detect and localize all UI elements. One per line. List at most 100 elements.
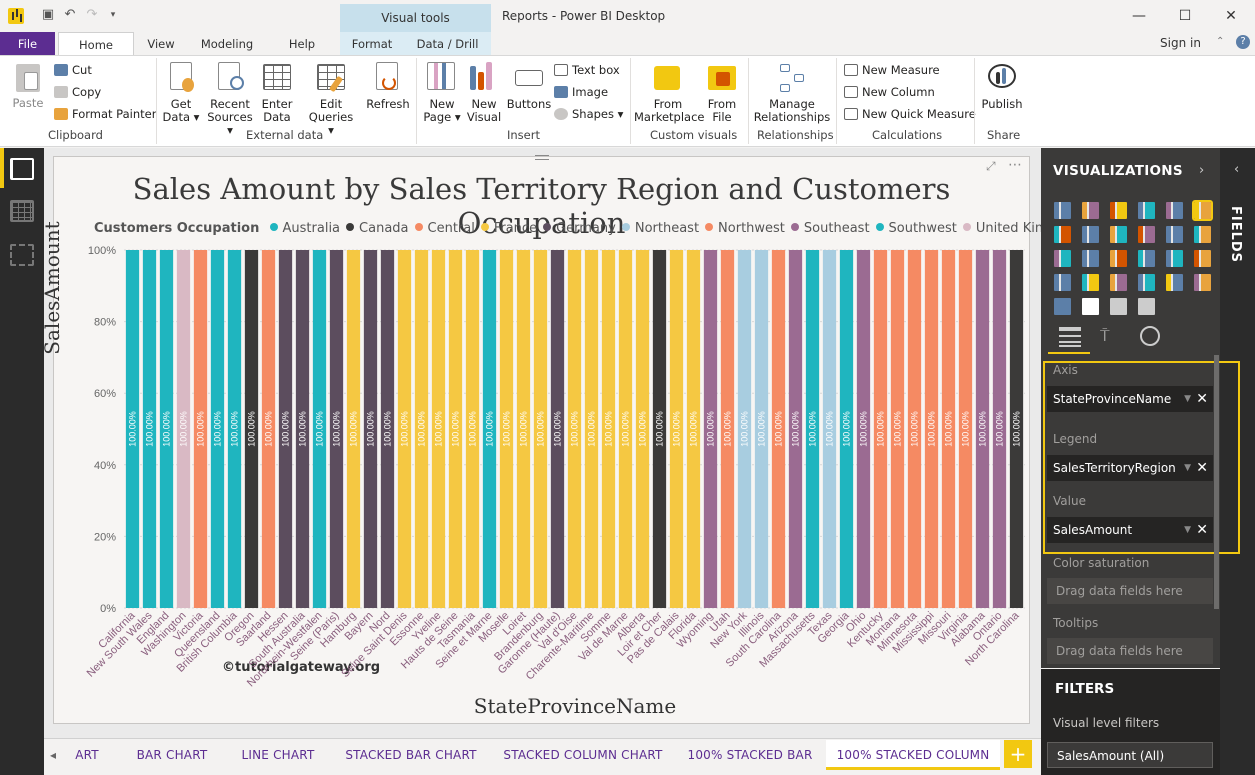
legend-item[interactable]: Germany [543, 221, 616, 236]
pane-scrollbar[interactable] [1214, 355, 1219, 609]
tab-data-drill[interactable]: Data / Drill [404, 32, 491, 56]
chevron-down-icon[interactable]: ▼ [1184, 517, 1191, 543]
help-icon[interactable]: ? [1236, 35, 1250, 49]
legend-item[interactable]: Canada [346, 221, 409, 236]
filter-card-salesamount[interactable]: SalesAmount (All) [1047, 742, 1213, 768]
buttons-button[interactable]: Buttons [507, 62, 551, 112]
tab-view[interactable]: View [138, 32, 184, 56]
visual-type-icon[interactable] [1194, 226, 1211, 243]
visual-type-icon[interactable] [1082, 202, 1099, 219]
scroll-tabs-left-icon[interactable]: ◂ [50, 748, 56, 762]
save-icon[interactable]: ▣ [40, 7, 56, 23]
visual-type-icon[interactable] [1054, 202, 1071, 219]
fields-tab[interactable]: FIELDS [1228, 206, 1243, 263]
manage-relationships-button[interactable]: Manage Relationships [754, 62, 830, 124]
from-marketplace-button[interactable]: From Marketplace [634, 62, 704, 124]
tab-modeling[interactable]: Modeling [190, 32, 264, 56]
visual-type-icon[interactable] [1082, 226, 1099, 243]
visual-type-icon[interactable] [1110, 226, 1127, 243]
visual-type-icon[interactable] [1110, 274, 1127, 291]
visual-type-icon[interactable] [1194, 250, 1211, 267]
publish-button[interactable]: Publish [982, 62, 1023, 112]
format-painter-button[interactable]: Format Painter [54, 107, 156, 121]
edit-queries-button[interactable]: Edit Queries ▾ [309, 62, 353, 137]
legend-item[interactable]: Central [414, 221, 475, 236]
from-file-button[interactable]: From File [704, 62, 740, 124]
visual-type-icon[interactable] [1166, 250, 1183, 267]
visual-type-icon[interactable] [1138, 202, 1155, 219]
more-options-icon[interactable]: ⋯ [1008, 157, 1022, 173]
data-view-icon[interactable] [10, 200, 34, 222]
visual-type-icon[interactable] [1166, 202, 1183, 219]
fields-well-icon[interactable] [1059, 327, 1081, 347]
add-page-button[interactable]: + [1004, 740, 1032, 768]
tab-home[interactable]: Home [58, 32, 134, 56]
visual-type-icon[interactable] [1138, 226, 1155, 243]
visual-type-icon[interactable] [1194, 274, 1211, 291]
color-saturation-drop-zone[interactable]: Drag data fields here [1047, 578, 1213, 604]
new-visual-button[interactable]: New Visual [466, 62, 502, 124]
page-tab[interactable]: STACKED COLUMN CHART [496, 740, 670, 770]
axis-field-well[interactable]: StateProvinceName ▼ ✕ [1047, 386, 1213, 412]
page-tab[interactable]: STACKED BAR CHART [338, 740, 484, 770]
close-button[interactable]: ✕ [1208, 4, 1254, 28]
visual-type-icon[interactable] [1082, 274, 1099, 291]
minimize-button[interactable]: — [1116, 4, 1162, 28]
page-tab[interactable]: ART [62, 740, 112, 770]
visual-type-icon[interactable] [1054, 274, 1071, 291]
legend-item[interactable]: France [480, 221, 537, 236]
image-button[interactable]: Image [554, 85, 608, 99]
visual-type-icon[interactable] [1192, 200, 1213, 221]
maximize-button[interactable]: ☐ [1162, 4, 1208, 28]
page-tab[interactable]: 100% STACKED BAR [684, 740, 816, 770]
visual-type-icon[interactable] [1166, 226, 1183, 243]
recent-sources-button[interactable]: Recent Sources ▾ [207, 62, 253, 137]
new-page-button[interactable]: New Page ▾ [423, 62, 461, 124]
legend-item[interactable]: Southeast [790, 221, 870, 236]
legend-item[interactable]: Northeast [621, 221, 699, 236]
report-view-icon[interactable] [10, 158, 34, 180]
undo-icon[interactable]: ↶ [62, 7, 78, 23]
visual-type-icon[interactable] [1082, 250, 1099, 267]
tab-file[interactable]: File [0, 32, 55, 56]
visual-type-icon[interactable] [1110, 250, 1127, 267]
text-box-button[interactable]: Text box [554, 63, 620, 77]
paint-roller-icon[interactable]: ⍑ [1100, 326, 1120, 346]
tooltips-drop-zone[interactable]: Drag data fields here [1047, 638, 1213, 664]
chevron-down-icon[interactable]: ▼ [1184, 455, 1191, 481]
tab-format[interactable]: Format [340, 32, 404, 56]
enter-data-button[interactable]: Enter Data [260, 62, 294, 124]
drag-handle-icon[interactable] [535, 155, 549, 160]
chevron-down-icon[interactable]: ▼ [1184, 386, 1191, 412]
paste-button[interactable] [14, 62, 42, 94]
refresh-button[interactable]: Refresh [366, 62, 410, 112]
new-column-button[interactable]: New Column [844, 85, 935, 99]
remove-field-icon[interactable]: ✕ [1196, 386, 1208, 412]
analytics-magnifier-icon[interactable] [1140, 326, 1160, 346]
remove-field-icon[interactable]: ✕ [1196, 455, 1208, 481]
r-script-icon[interactable] [1110, 298, 1127, 315]
sign-in-link[interactable]: Sign in [1160, 36, 1201, 50]
visual-type-icon[interactable] [1138, 274, 1155, 291]
copy-button[interactable]: Copy [54, 85, 101, 99]
remove-field-icon[interactable]: ✕ [1196, 517, 1208, 543]
shapes-button[interactable]: Shapes ▾ [554, 107, 623, 121]
page-tab-active[interactable]: 100% STACKED COLUMN [826, 740, 1000, 770]
more-visuals-icon[interactable] [1138, 298, 1155, 315]
visual-type-icon[interactable] [1054, 226, 1071, 243]
chevron-right-icon[interactable]: › [1199, 163, 1204, 178]
table-visual-icon[interactable] [1054, 298, 1071, 315]
relationships-view-icon[interactable] [10, 244, 34, 266]
legend-item[interactable]: Southwest [875, 221, 957, 236]
visual-type-icon[interactable] [1110, 202, 1127, 219]
new-measure-button[interactable]: New Measure [844, 63, 940, 77]
visual-type-icon[interactable] [1138, 250, 1155, 267]
matrix-visual-icon[interactable] [1082, 298, 1099, 315]
page-tab[interactable]: BAR CHART [126, 740, 218, 770]
visual-type-icon[interactable] [1166, 274, 1183, 291]
redo-icon[interactable]: ↷ [84, 7, 100, 23]
legend-field-well[interactable]: SalesTerritoryRegion ▼ ✕ [1047, 455, 1213, 481]
collapse-ribbon-icon[interactable]: ⌃ [1216, 36, 1224, 47]
quick-access-dropdown-icon[interactable]: ▾ [105, 7, 121, 23]
cut-button[interactable]: Cut [54, 63, 92, 77]
